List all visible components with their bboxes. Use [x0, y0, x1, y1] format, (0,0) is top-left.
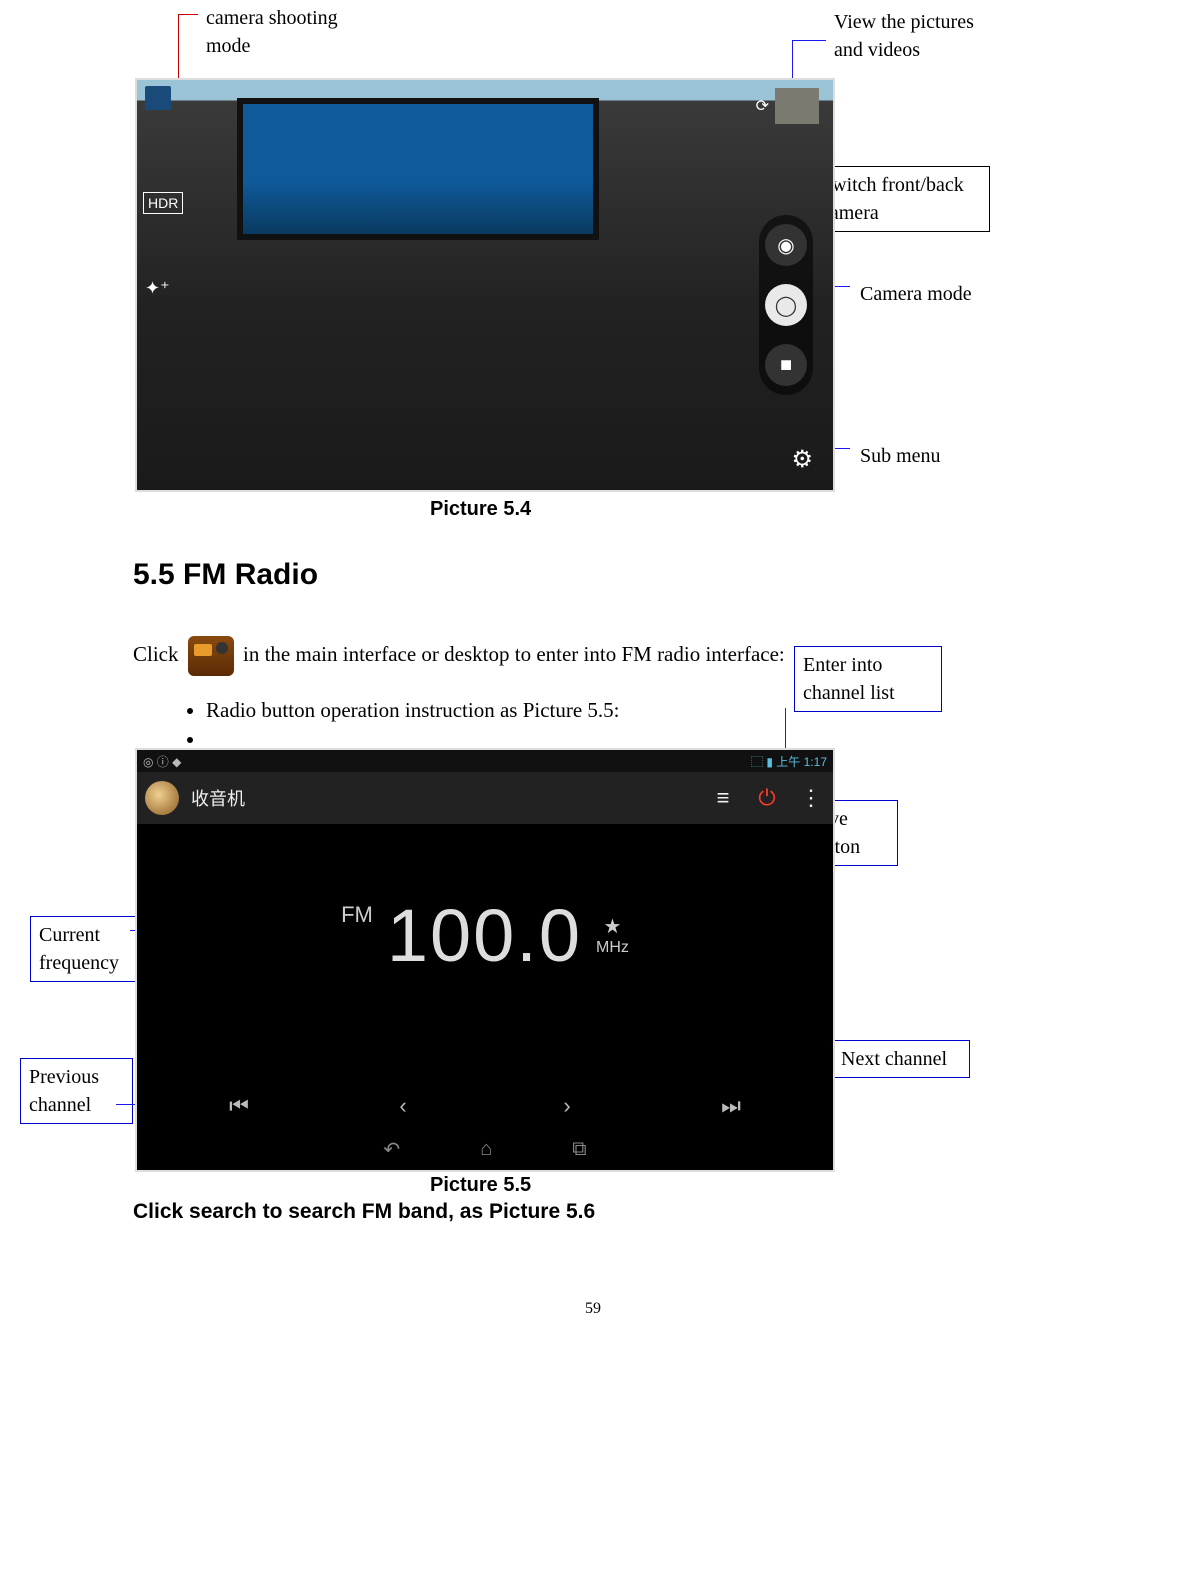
callout-camera-mode: Camera mode: [852, 276, 980, 312]
channel-list-button[interactable]: ≡: [709, 785, 737, 811]
callout-sub-menu: Sub menu: [852, 438, 949, 474]
fm-radio-screenshot: ◎ ⓘ ◆ ⬚ ▮ 上午 1:17 收音机 ≡ ⏻ ⋮ FM 100.0 ★ M…: [135, 748, 835, 1172]
mhz-label: MHz: [596, 939, 629, 957]
nav-bar: ↶ ⌂ ⧉: [137, 1128, 833, 1170]
status-bar: ◎ ⓘ ◆ ⬚ ▮ 上午 1:17: [137, 750, 833, 772]
callout-next-channel: Next channel: [832, 1040, 970, 1078]
video-mode-button[interactable]: ■: [765, 344, 807, 386]
fm-radio-app-icon[interactable]: [188, 636, 234, 676]
photo-mode-button[interactable]: ◯: [765, 284, 807, 326]
submenu-gear-icon[interactable]: ⚙: [791, 445, 813, 474]
save-star-button[interactable]: ★: [604, 914, 622, 939]
hdr-button[interactable]: HDR: [143, 192, 183, 214]
intro-text-post: in the main interface or desktop to ente…: [243, 642, 785, 666]
callout-previous-channel: Previous channel: [20, 1058, 133, 1124]
caption-picture-5-5: Picture 5.5: [430, 1174, 531, 1197]
channel-controls: ⏮ ‹ › ⏭: [137, 1090, 833, 1122]
status-right: ⬚ ▮ 上午 1:17: [751, 753, 827, 770]
callout-current-frequency: Current frequency: [30, 916, 148, 982]
intro-text-pre: Click: [133, 642, 179, 666]
bullet-operation-instruction: Radio button operation instruction as Pi…: [206, 698, 790, 723]
status-left-icons: ◎ ⓘ ◆: [143, 753, 181, 770]
seek-forward-button[interactable]: ›: [485, 1093, 649, 1119]
camera-screenshot: HDR ✦⁺ ⟳ ◉ ◯ ■ ⚙: [135, 78, 835, 492]
shutter-button[interactable]: ◉: [765, 224, 807, 266]
caption-picture-5-4: Picture 5.4: [430, 498, 531, 521]
fm-label: FM: [341, 902, 373, 928]
heading-5-5-fm-radio: 5.5 FM Radio: [133, 558, 318, 592]
frequency-display: FM 100.0 ★ MHz: [137, 860, 833, 1010]
seek-back-button[interactable]: ‹: [321, 1093, 485, 1119]
callout-camera-shooting-mode: camera shooting mode: [198, 0, 374, 64]
page-number: 59: [0, 1300, 1186, 1318]
app-title: 收音机: [191, 785, 245, 811]
overflow-menu-button[interactable]: ⋮: [797, 785, 825, 811]
previous-channel-button[interactable]: ⏮: [157, 1093, 321, 1119]
text-click-search: Click search to search FM band, as Pictu…: [133, 1200, 595, 1224]
power-button[interactable]: ⏻: [753, 785, 781, 811]
callout-enter-channel-list: Enter into channel list: [794, 646, 942, 712]
photo-subject-monitor: [237, 98, 599, 240]
camera-mode-selector: ◉ ◯ ■: [759, 215, 813, 395]
nav-back-button[interactable]: ↶: [383, 1137, 400, 1162]
app-bar: 收音机 ≡ ⏻ ⋮: [137, 772, 833, 824]
frequency-value: 100.0: [387, 893, 582, 978]
callout-view-pictures-videos: View the pictures and videos: [826, 4, 982, 68]
gallery-thumbnail[interactable]: [775, 88, 819, 124]
radio-app-icon: [145, 781, 179, 815]
next-channel-button[interactable]: ⏭: [649, 1093, 813, 1119]
callout-switch-camera: Switch front/back camera: [812, 166, 990, 232]
nav-home-button[interactable]: ⌂: [480, 1138, 492, 1161]
camera-shooting-mode-button[interactable]: [145, 86, 171, 110]
effects-button[interactable]: ✦⁺: [145, 278, 170, 299]
switch-camera-icon[interactable]: ⟳: [756, 96, 769, 116]
nav-recent-button[interactable]: ⧉: [572, 1138, 586, 1161]
